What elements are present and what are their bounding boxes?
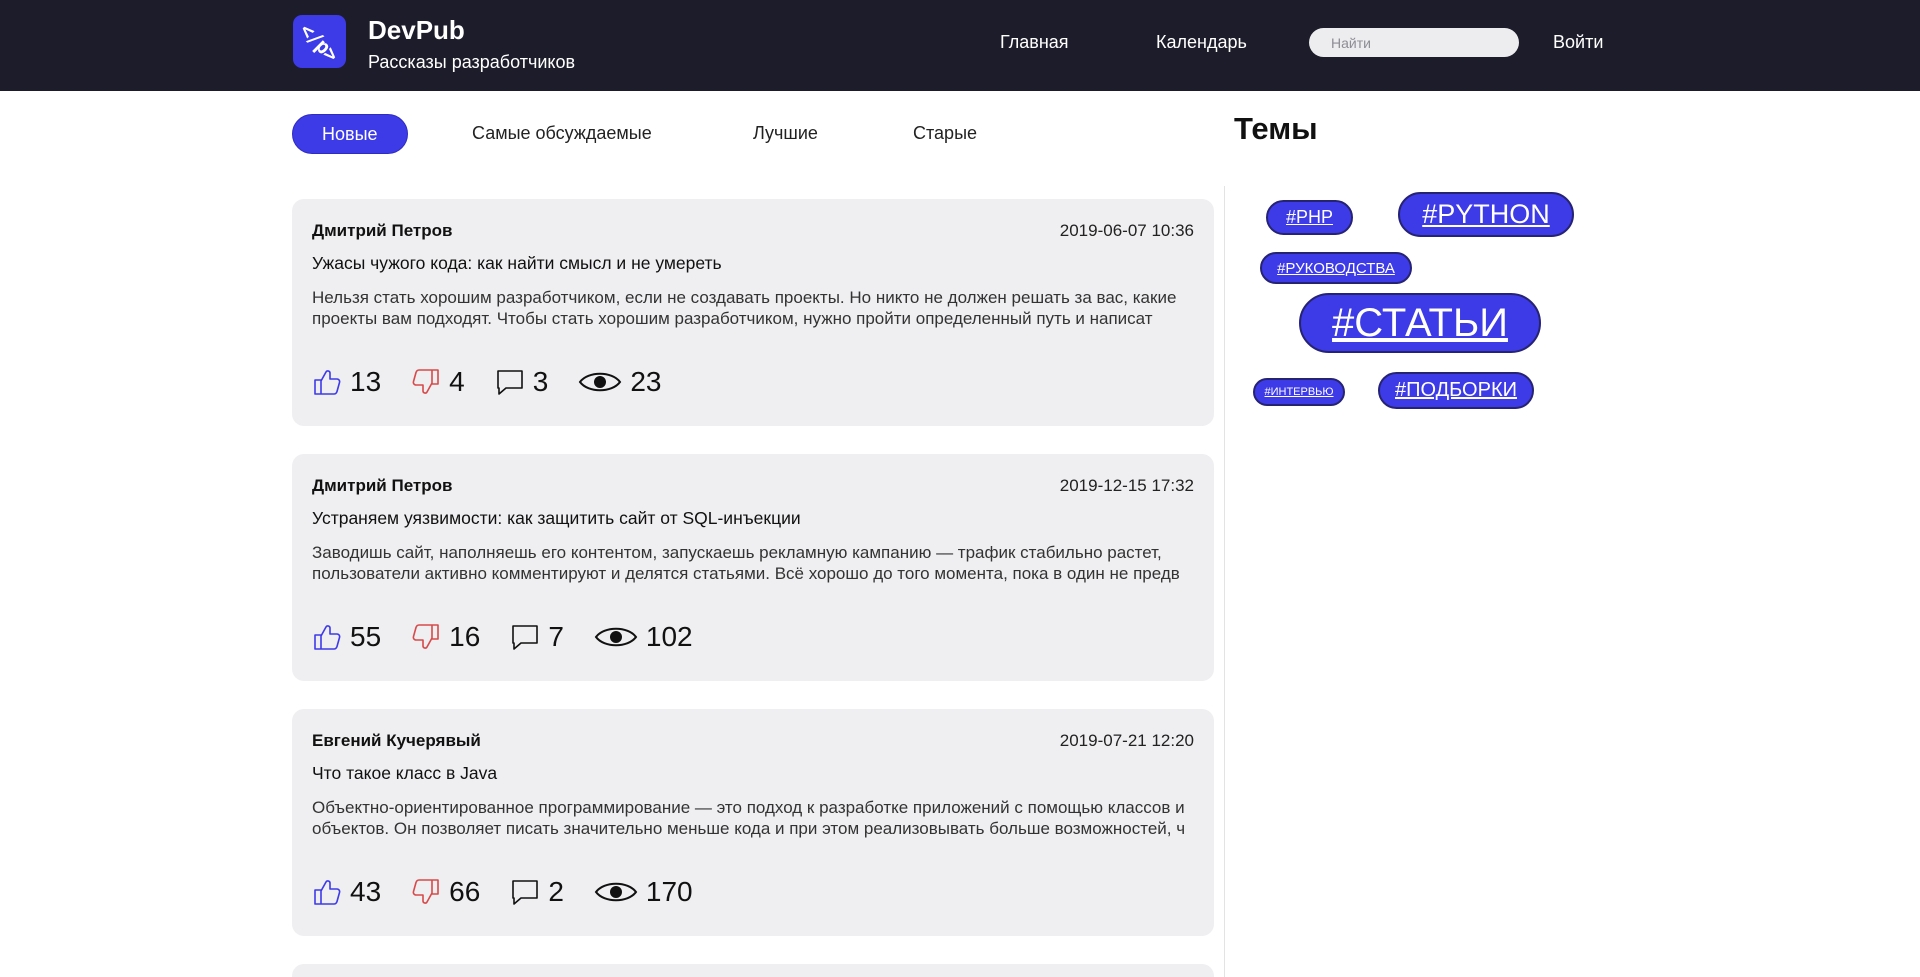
views-indicator: 170: [594, 876, 693, 908]
post-card[interactable]: Дмитрий Петров 2019-06-07 10:36 Ужасы чу…: [292, 199, 1214, 426]
post-author[interactable]: Дмитрий Петров: [312, 476, 452, 496]
tag-articles[interactable]: #СТАТЬИ: [1299, 293, 1541, 353]
views-indicator: 102: [594, 621, 693, 653]
devpub-logo[interactable]: </p>: [293, 15, 346, 68]
tab-new[interactable]: Новые: [292, 114, 408, 154]
comment-count: 2: [548, 876, 564, 907]
tag-guides[interactable]: #РУКОВОДСТВА: [1260, 252, 1412, 284]
tab-best[interactable]: Лучшие: [753, 114, 818, 152]
eye-icon: [579, 372, 622, 392]
comment-icon: [496, 370, 523, 395]
dislike-button[interactable]: 16: [411, 621, 480, 653]
post-excerpt: Нельзя стать хорошим разработчиком, если…: [312, 288, 1177, 328]
like-count: 43: [350, 876, 382, 907]
thumbs-up-icon: [314, 370, 341, 395]
comments-button[interactable]: 3: [495, 366, 549, 398]
post-title[interactable]: Ужасы чужого кода: как найти смысл и не …: [312, 253, 722, 274]
dislike-button[interactable]: 66: [411, 876, 480, 908]
thumbs-up-icon: [314, 625, 341, 650]
dislike-count: 4: [449, 366, 465, 397]
login-link[interactable]: Войти: [1553, 32, 1603, 53]
view-count: 170: [645, 876, 693, 907]
themes-title: Темы: [1234, 111, 1318, 146]
search-input[interactable]: [1309, 28, 1519, 57]
like-button[interactable]: 55: [312, 621, 381, 653]
nav-calendar[interactable]: Календарь: [1156, 32, 1247, 53]
dislike-count: 66: [449, 876, 481, 907]
comments-button[interactable]: 7: [510, 621, 564, 653]
like-button[interactable]: 43: [312, 876, 381, 908]
views-indicator: 23: [578, 366, 661, 398]
thumbs-up-icon: [314, 880, 341, 905]
post-excerpt: Заводишь сайт, наполняешь его контентом,…: [312, 543, 1180, 583]
view-count: 102: [645, 621, 693, 652]
brand-name[interactable]: DevPub: [368, 15, 465, 46]
post-card[interactable]: Евгений Кучерявый 2019-07-21 12:20 Что т…: [292, 709, 1214, 936]
thumbs-down-icon: [412, 624, 439, 649]
post-date: 2019-07-21 12:20: [1059, 731, 1194, 750]
tag-python[interactable]: #PYTHON: [1398, 192, 1574, 237]
comment-count: 7: [548, 621, 564, 652]
comment-icon: [512, 880, 539, 905]
comment-icon: [512, 625, 539, 650]
tag-interviews[interactable]: #ИНТЕРВЬЮ: [1253, 378, 1345, 406]
thumbs-down-icon: [412, 369, 439, 394]
column-divider: [1224, 186, 1225, 977]
post-stats: 43 66 2 170: [312, 874, 723, 910]
top-bar: </p> DevPub Рассказы разработчиков Главн…: [0, 0, 1920, 91]
like-count: 13: [350, 366, 382, 397]
post-stats: 13 4 3 23: [312, 364, 691, 400]
tag-php[interactable]: #PHP: [1266, 200, 1353, 235]
post-title[interactable]: Устраняем уязвимости: как защитить сайт …: [312, 508, 801, 529]
tag-collections[interactable]: #ПОДБОРКИ: [1378, 372, 1534, 409]
eye-icon: [594, 882, 638, 902]
dislike-count: 16: [449, 621, 481, 652]
view-count: 23: [630, 366, 662, 397]
like-button[interactable]: 13: [312, 366, 381, 398]
thumbs-down-icon: [412, 879, 439, 904]
post-author[interactable]: Евгений Кучерявый: [312, 731, 481, 751]
like-count: 55: [350, 621, 382, 652]
post-card-partial[interactable]: [292, 964, 1214, 977]
eye-icon: [594, 627, 638, 647]
comment-count: 3: [532, 366, 549, 397]
nav-home[interactable]: Главная: [1000, 32, 1069, 53]
tab-most-discussed[interactable]: Самые обсуждаемые: [472, 114, 652, 152]
post-excerpt: Объектно-ориентированное программировани…: [312, 798, 1186, 838]
post-stats: 55 16 7 102: [312, 619, 723, 655]
brand-subtitle: Рассказы разработчиков: [368, 52, 576, 72]
post-date: 2019-06-07 10:36: [1059, 221, 1194, 240]
tab-old[interactable]: Старые: [913, 114, 977, 152]
post-author[interactable]: Дмитрий Петров: [312, 221, 452, 241]
post-title[interactable]: Что такое класс в Java: [312, 763, 497, 784]
comments-button[interactable]: 2: [510, 876, 564, 908]
post-date: 2019-12-15 17:32: [1059, 476, 1194, 495]
post-card[interactable]: Дмитрий Петров 2019-12-15 17:32 Устраняе…: [292, 454, 1214, 681]
dislike-button[interactable]: 4: [411, 366, 465, 398]
